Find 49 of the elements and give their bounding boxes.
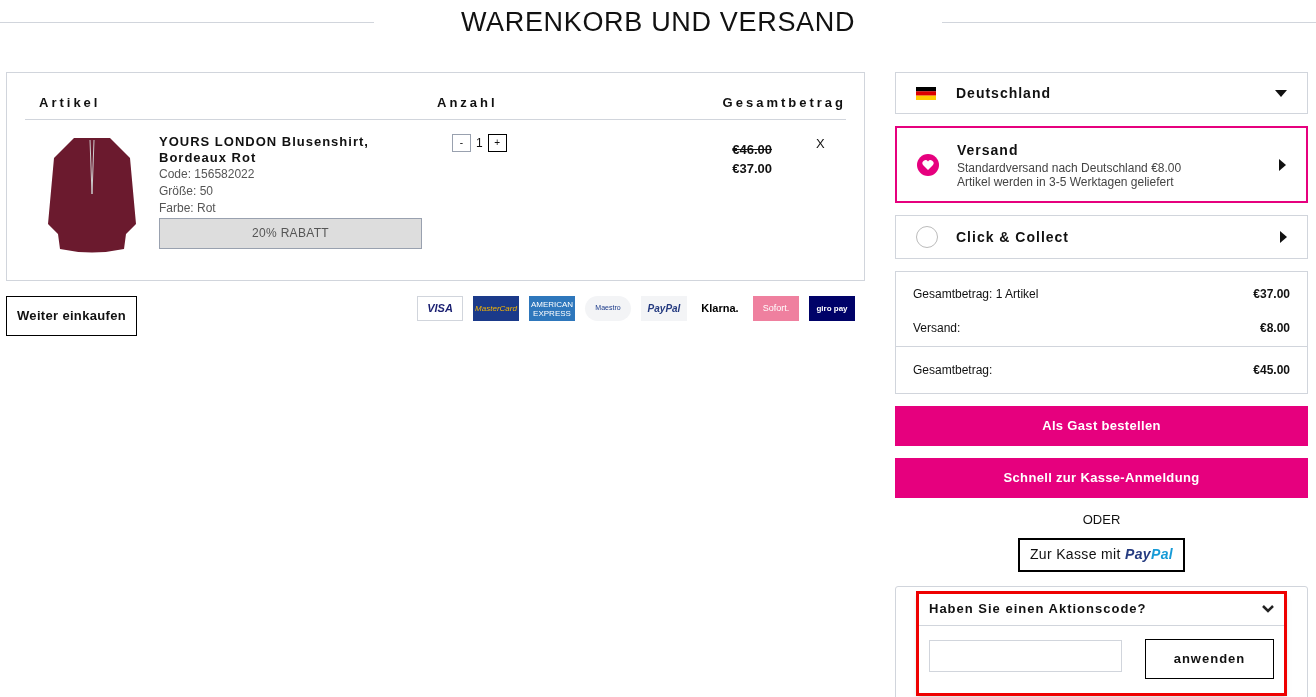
payment-logo: AMERICAN EXPRESS bbox=[529, 296, 575, 321]
chevron-down-icon bbox=[1262, 605, 1274, 613]
chevron-right-icon bbox=[1279, 158, 1286, 171]
payment-logo: VISA bbox=[417, 296, 463, 321]
increase-button[interactable]: + bbox=[487, 133, 507, 152]
option-title: Click & Collect bbox=[956, 227, 1070, 247]
payment-logo: PayPal bbox=[641, 296, 687, 321]
radio-icon bbox=[916, 226, 938, 248]
country-select[interactable]: Deutschland bbox=[895, 72, 1308, 114]
price: €37.00 bbox=[731, 160, 772, 178]
column-header: Anzahl bbox=[437, 94, 499, 112]
option-detail: Standardversand nach Deutschland €8.00 bbox=[957, 161, 1182, 175]
option-detail: Artikel werden in 3-5 Werktagen geliefert bbox=[957, 175, 1175, 189]
payment-logo: Sofort. bbox=[753, 296, 799, 321]
remove-button[interactable]: X bbox=[816, 133, 825, 152]
column-header: Artikel bbox=[38, 94, 102, 112]
germany-flag-icon bbox=[916, 86, 936, 100]
apply-button[interactable]: anwenden bbox=[1145, 638, 1274, 679]
summary-value: €45.00 bbox=[1253, 362, 1290, 379]
old-price: €46.00 bbox=[731, 140, 772, 159]
or-label: ODER bbox=[1081, 511, 1122, 529]
checkout-button[interactable]: Schnell zur Kasse-Anmeldung bbox=[895, 458, 1308, 498]
option-title: Versand bbox=[957, 141, 1020, 160]
checkout-button[interactable]: Als Gast bestellen bbox=[895, 406, 1308, 446]
product-detail: Größe: 50 bbox=[159, 182, 215, 200]
summary-label: Gesamtbetrag: 1 Artikel bbox=[913, 286, 1039, 303]
promo-code-field[interactable] bbox=[929, 639, 1122, 672]
chevron-right-icon bbox=[1280, 231, 1287, 243]
promo-toggle[interactable]: Haben Sie einen Aktionscode? bbox=[919, 593, 1284, 626]
continue-shopping-button[interactable]: Weiter einkaufen bbox=[6, 295, 137, 336]
product-name: YOURS LONDON Blusenshirt, Bordeaux Rot bbox=[159, 133, 370, 166]
discount-label: 20% RABATT bbox=[159, 217, 422, 249]
payment-logo: MasterCard bbox=[473, 296, 519, 321]
product-detail: Code: 156582022 bbox=[159, 165, 256, 183]
product-detail: Farbe: Rot bbox=[159, 199, 217, 217]
delivery-option[interactable]: Click & Collect bbox=[895, 215, 1308, 259]
summary-value: €8.00 bbox=[1259, 320, 1290, 337]
dropdown-arrow-icon bbox=[1275, 89, 1287, 97]
decrease-button[interactable]: - bbox=[452, 133, 471, 152]
summary-label: Versand: bbox=[913, 320, 961, 337]
delivery-option[interactable]: Versand Standardversand nach Deutschland €8.00 Artikel werden in 3-5 Werktagen geliefert bbox=[895, 126, 1308, 203]
heart-radio-icon bbox=[917, 153, 939, 176]
column-header: Gesamtbetrag bbox=[721, 94, 846, 112]
page-title: WARENKORB UND VERSAND bbox=[459, 5, 857, 39]
summary-value: €37.00 bbox=[1253, 286, 1290, 303]
payment-logo: giro pay bbox=[809, 296, 855, 321]
summary-label: Gesamtbetrag: bbox=[913, 362, 993, 379]
paypal-checkout-button[interactable]: Zur Kasse mit PayPal bbox=[1017, 537, 1186, 572]
quantity-value: 1 bbox=[476, 134, 483, 152]
